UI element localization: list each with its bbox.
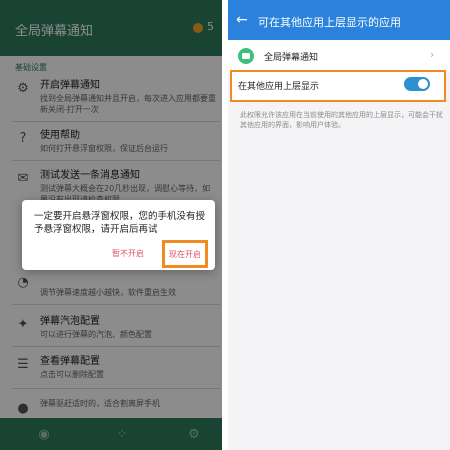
left-screen: 全局弹幕通知 5 基础设置 ⚙ 开启弹幕通知 找到全局弹幕通知并且开启，每次进入…: [0, 0, 222, 450]
enable-now-label: 现在开启: [169, 249, 201, 259]
toggle-knob: [418, 79, 428, 89]
app-name: 全局弹幕通知: [264, 53, 319, 63]
back-arrow-icon[interactable]: ←: [236, 13, 248, 27]
settings-title: 可在其他应用上层显示的应用: [258, 16, 401, 29]
chevron-right-icon: ›: [430, 48, 435, 61]
not-now-button[interactable]: 暂不开启: [112, 248, 144, 259]
settings-app-bar: ← 可在其他应用上层显示的应用: [228, 0, 450, 40]
dialog-message: 一定要开启悬浮窗权限，您的手机没有授予悬浮窗权限，请开启后再试: [34, 211, 206, 235]
overlay-toggle-label: 在其他应用上层显示: [238, 82, 320, 92]
overlay-permission-row[interactable]: 在其他应用上层显示: [230, 70, 446, 102]
right-screen: ← 可在其他应用上层显示的应用 全局弹幕通知 › 在其他应用上层显示 此权限允许…: [228, 0, 450, 450]
app-icon: [238, 48, 254, 64]
app-row[interactable]: 全局弹幕通知 ›: [228, 40, 450, 72]
enable-now-button[interactable]: 现在开启: [162, 240, 208, 268]
permission-dialog: 一定要开启悬浮窗权限，您的手机没有授予悬浮窗权限，请开启后再试 暂不开启 现在开…: [22, 200, 215, 270]
overlay-toggle[interactable]: [404, 77, 430, 91]
permission-description: 此权限允许该应用在当前使用的其他应用的上层显示，可能会干扰其他应用的界面，影响用…: [240, 111, 443, 129]
